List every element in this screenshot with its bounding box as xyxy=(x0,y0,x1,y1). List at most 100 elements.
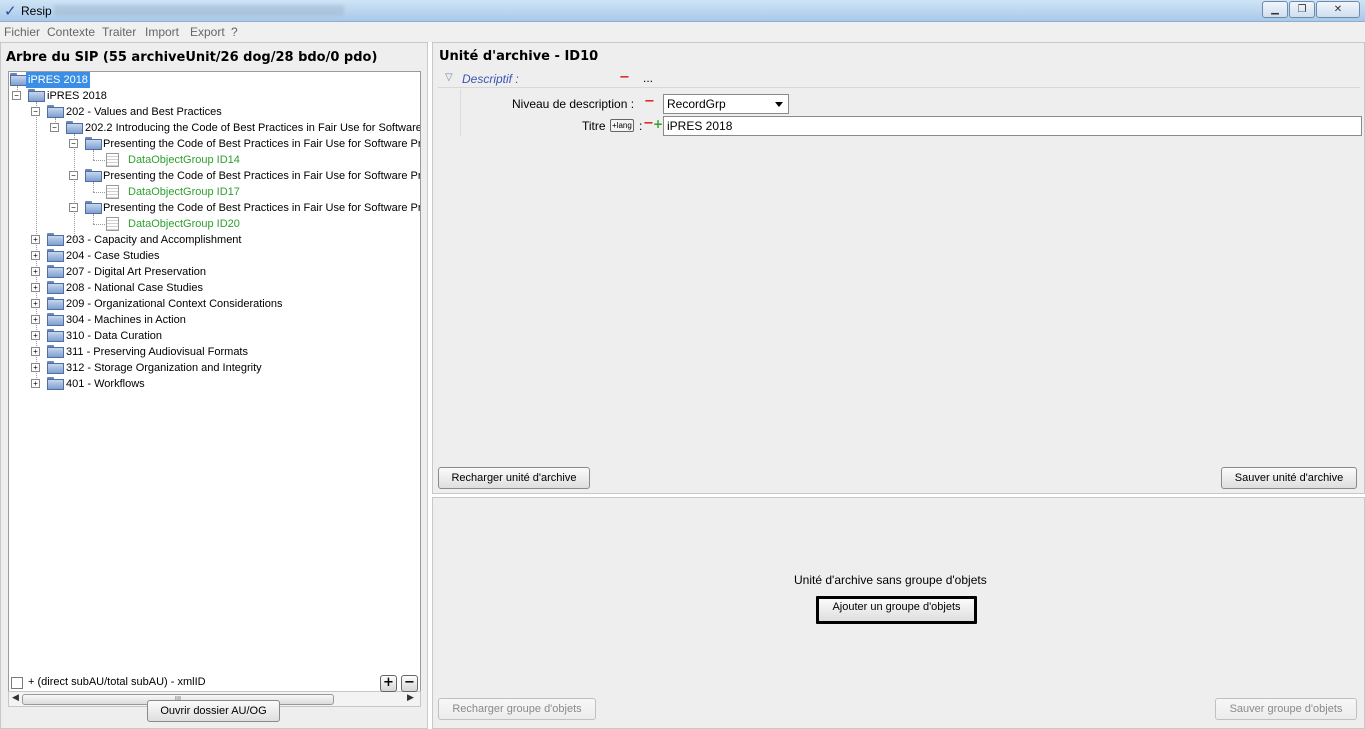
tree-node[interactable]: − 202.2 Introducing the Code of Best Pra… xyxy=(9,120,420,136)
tree-node-label: 311 - Preserving Audiovisual Formats xyxy=(66,346,248,358)
folder-icon xyxy=(47,281,64,294)
titre-label: Titre xyxy=(582,119,606,133)
descriptif-section-header[interactable] xyxy=(438,70,1360,88)
tree-node[interactable]: + 310 - Data Curation xyxy=(9,328,420,344)
folder-icon xyxy=(47,249,64,262)
menu-traiter[interactable]: Traiter xyxy=(102,25,136,39)
expand-icon[interactable]: + xyxy=(31,315,40,324)
tree-node[interactable]: + 203 - Capacity and Accomplishment xyxy=(9,232,420,248)
tree-node[interactable]: − Presenting the Code of Best Practices … xyxy=(9,136,420,152)
tree-node[interactable]: − Presenting the Code of Best Practices … xyxy=(9,168,420,184)
chevron-down-icon[interactable]: ▽ xyxy=(445,72,453,83)
expand-icon[interactable]: + xyxy=(31,251,40,260)
menu-import[interactable]: Import xyxy=(145,25,179,39)
close-button[interactable]: ✕ xyxy=(1316,1,1360,18)
sip-tree[interactable]: iPRES 2018 − iPRES 2018 − 202 - Values a… xyxy=(8,71,421,707)
collapse-icon[interactable]: − xyxy=(12,91,21,100)
scroll-left-icon[interactable]: ◀ xyxy=(12,693,19,703)
save-object-group-button[interactable]: Sauver groupe d'objets xyxy=(1215,698,1357,720)
menu-export[interactable]: Export xyxy=(190,25,225,39)
document-icon xyxy=(106,217,119,231)
remove-level-button[interactable]: − xyxy=(644,94,655,109)
descriptif-label: Descriptif : xyxy=(462,72,519,86)
expand-icon[interactable]: + xyxy=(31,267,40,276)
tree-node-label: 207 - Digital Art Preservation xyxy=(66,266,207,278)
remove-section-button[interactable]: − xyxy=(619,70,630,85)
collapse-all-button[interactable]: − xyxy=(401,675,418,692)
menu-help[interactable]: ? xyxy=(231,25,238,39)
add-object-group-button[interactable]: Ajouter un groupe d'objets xyxy=(816,596,977,624)
archive-unit-title: Unité d'archive - ID10 xyxy=(439,49,599,64)
tree-node[interactable]: + 209 - Organizational Context Considera… xyxy=(9,296,420,312)
tree-node[interactable]: + 204 - Case Studies xyxy=(9,248,420,264)
expand-icon[interactable]: + xyxy=(31,363,40,372)
titre-label-colon: : xyxy=(639,119,643,133)
scroll-right-icon[interactable]: ▶ xyxy=(407,693,414,703)
folder-icon xyxy=(47,233,64,246)
display-count-checkbox[interactable] xyxy=(11,677,23,689)
save-archive-unit-button[interactable]: Sauver unité d'archive xyxy=(1221,467,1357,489)
collapse-icon[interactable]: − xyxy=(69,139,78,148)
collapse-icon[interactable]: − xyxy=(69,203,78,212)
reload-object-group-button[interactable]: Recharger groupe d'objets xyxy=(438,698,596,720)
open-folder-button[interactable]: Ouvrir dossier AU/OG xyxy=(147,700,280,722)
tree-node-label: Presenting the Code of Best Practices in… xyxy=(103,202,421,214)
folder-icon xyxy=(85,201,102,214)
tree-node-root[interactable]: iPRES 2018 xyxy=(9,72,420,88)
no-object-group-message: Unité d'archive sans groupe d'objets xyxy=(794,573,987,587)
section-indent-line xyxy=(460,89,461,136)
menu-bar: Fichier Contexte Traiter Import Export ? xyxy=(0,22,1365,42)
menu-contexte[interactable]: Contexte xyxy=(47,25,95,39)
folder-icon xyxy=(47,265,64,278)
folder-icon xyxy=(47,345,64,358)
tree-node-dog[interactable]: DataObjectGroup ID14 xyxy=(9,152,420,168)
tree-node-dog[interactable]: DataObjectGroup ID17 xyxy=(9,184,420,200)
tree-node-dog[interactable]: DataObjectGroup ID20 xyxy=(9,216,420,232)
folder-icon xyxy=(47,313,64,326)
title-input[interactable]: iPRES 2018 xyxy=(663,116,1362,136)
expand-icon[interactable]: + xyxy=(31,299,40,308)
expand-all-button[interactable]: + xyxy=(380,675,397,692)
expand-icon[interactable]: + xyxy=(31,331,40,340)
archive-unit-title-more[interactable]: ... xyxy=(585,49,597,64)
restore-button[interactable]: ❐ xyxy=(1289,1,1315,18)
tree-node[interactable]: + 304 - Machines in Action xyxy=(9,312,420,328)
tree-node-label: 304 - Machines in Action xyxy=(66,314,186,326)
folder-icon xyxy=(47,105,64,118)
tree-node-label: 312 - Storage Organization and Integrity xyxy=(66,362,262,374)
tree-node[interactable]: + 401 - Workflows xyxy=(9,376,420,392)
collapse-icon[interactable]: − xyxy=(50,123,59,132)
section-more-button[interactable]: ... xyxy=(643,71,653,85)
expand-icon[interactable]: + xyxy=(31,235,40,244)
reload-archive-unit-button[interactable]: Recharger unité d'archive xyxy=(438,467,590,489)
tree-node-label: 204 - Case Studies xyxy=(66,250,160,262)
collapse-icon[interactable]: − xyxy=(31,107,40,116)
folder-icon xyxy=(10,73,27,86)
add-title-button[interactable]: + xyxy=(653,117,663,131)
expand-icon[interactable]: + xyxy=(31,283,40,292)
tree-node[interactable]: − 202 - Values and Best Practices xyxy=(9,104,420,120)
plus-icon: + xyxy=(383,675,394,690)
expand-icon[interactable]: + xyxy=(31,347,40,356)
tree-node[interactable]: + 208 - National Case Studies xyxy=(9,280,420,296)
document-icon xyxy=(106,185,119,199)
tree-node-label: DataObjectGroup ID14 xyxy=(128,154,240,166)
tree-node[interactable]: + 207 - Digital Art Preservation xyxy=(9,264,420,280)
folder-icon xyxy=(47,377,64,390)
tree-node[interactable]: − iPRES 2018 xyxy=(9,88,420,104)
minimize-button[interactable]: ▁ xyxy=(1262,1,1288,18)
tree-node[interactable]: − Presenting the Code of Best Practices … xyxy=(9,200,420,216)
minimize-icon: ▁ xyxy=(1271,4,1279,15)
expand-icon[interactable]: + xyxy=(31,379,40,388)
tree-node-label: 310 - Data Curation xyxy=(66,330,162,342)
collapse-icon[interactable]: − xyxy=(69,171,78,180)
add-lang-button[interactable]: +lang xyxy=(610,119,634,132)
tree-node[interactable]: + 312 - Storage Organization and Integri… xyxy=(9,360,420,376)
tree-node[interactable]: + 311 - Preserving Audiovisual Formats xyxy=(9,344,420,360)
folder-icon xyxy=(47,361,64,374)
menu-fichier[interactable]: Fichier xyxy=(4,25,40,39)
sip-tree-panel: Arbre du SIP (55 archiveUnit/26 dog/28 b… xyxy=(0,42,428,729)
level-select[interactable]: RecordGrp xyxy=(663,94,789,114)
sip-tree-title: Arbre du SIP (55 archiveUnit/26 dog/28 b… xyxy=(6,50,378,65)
tree-node-label: iPRES 2018 xyxy=(26,72,90,88)
